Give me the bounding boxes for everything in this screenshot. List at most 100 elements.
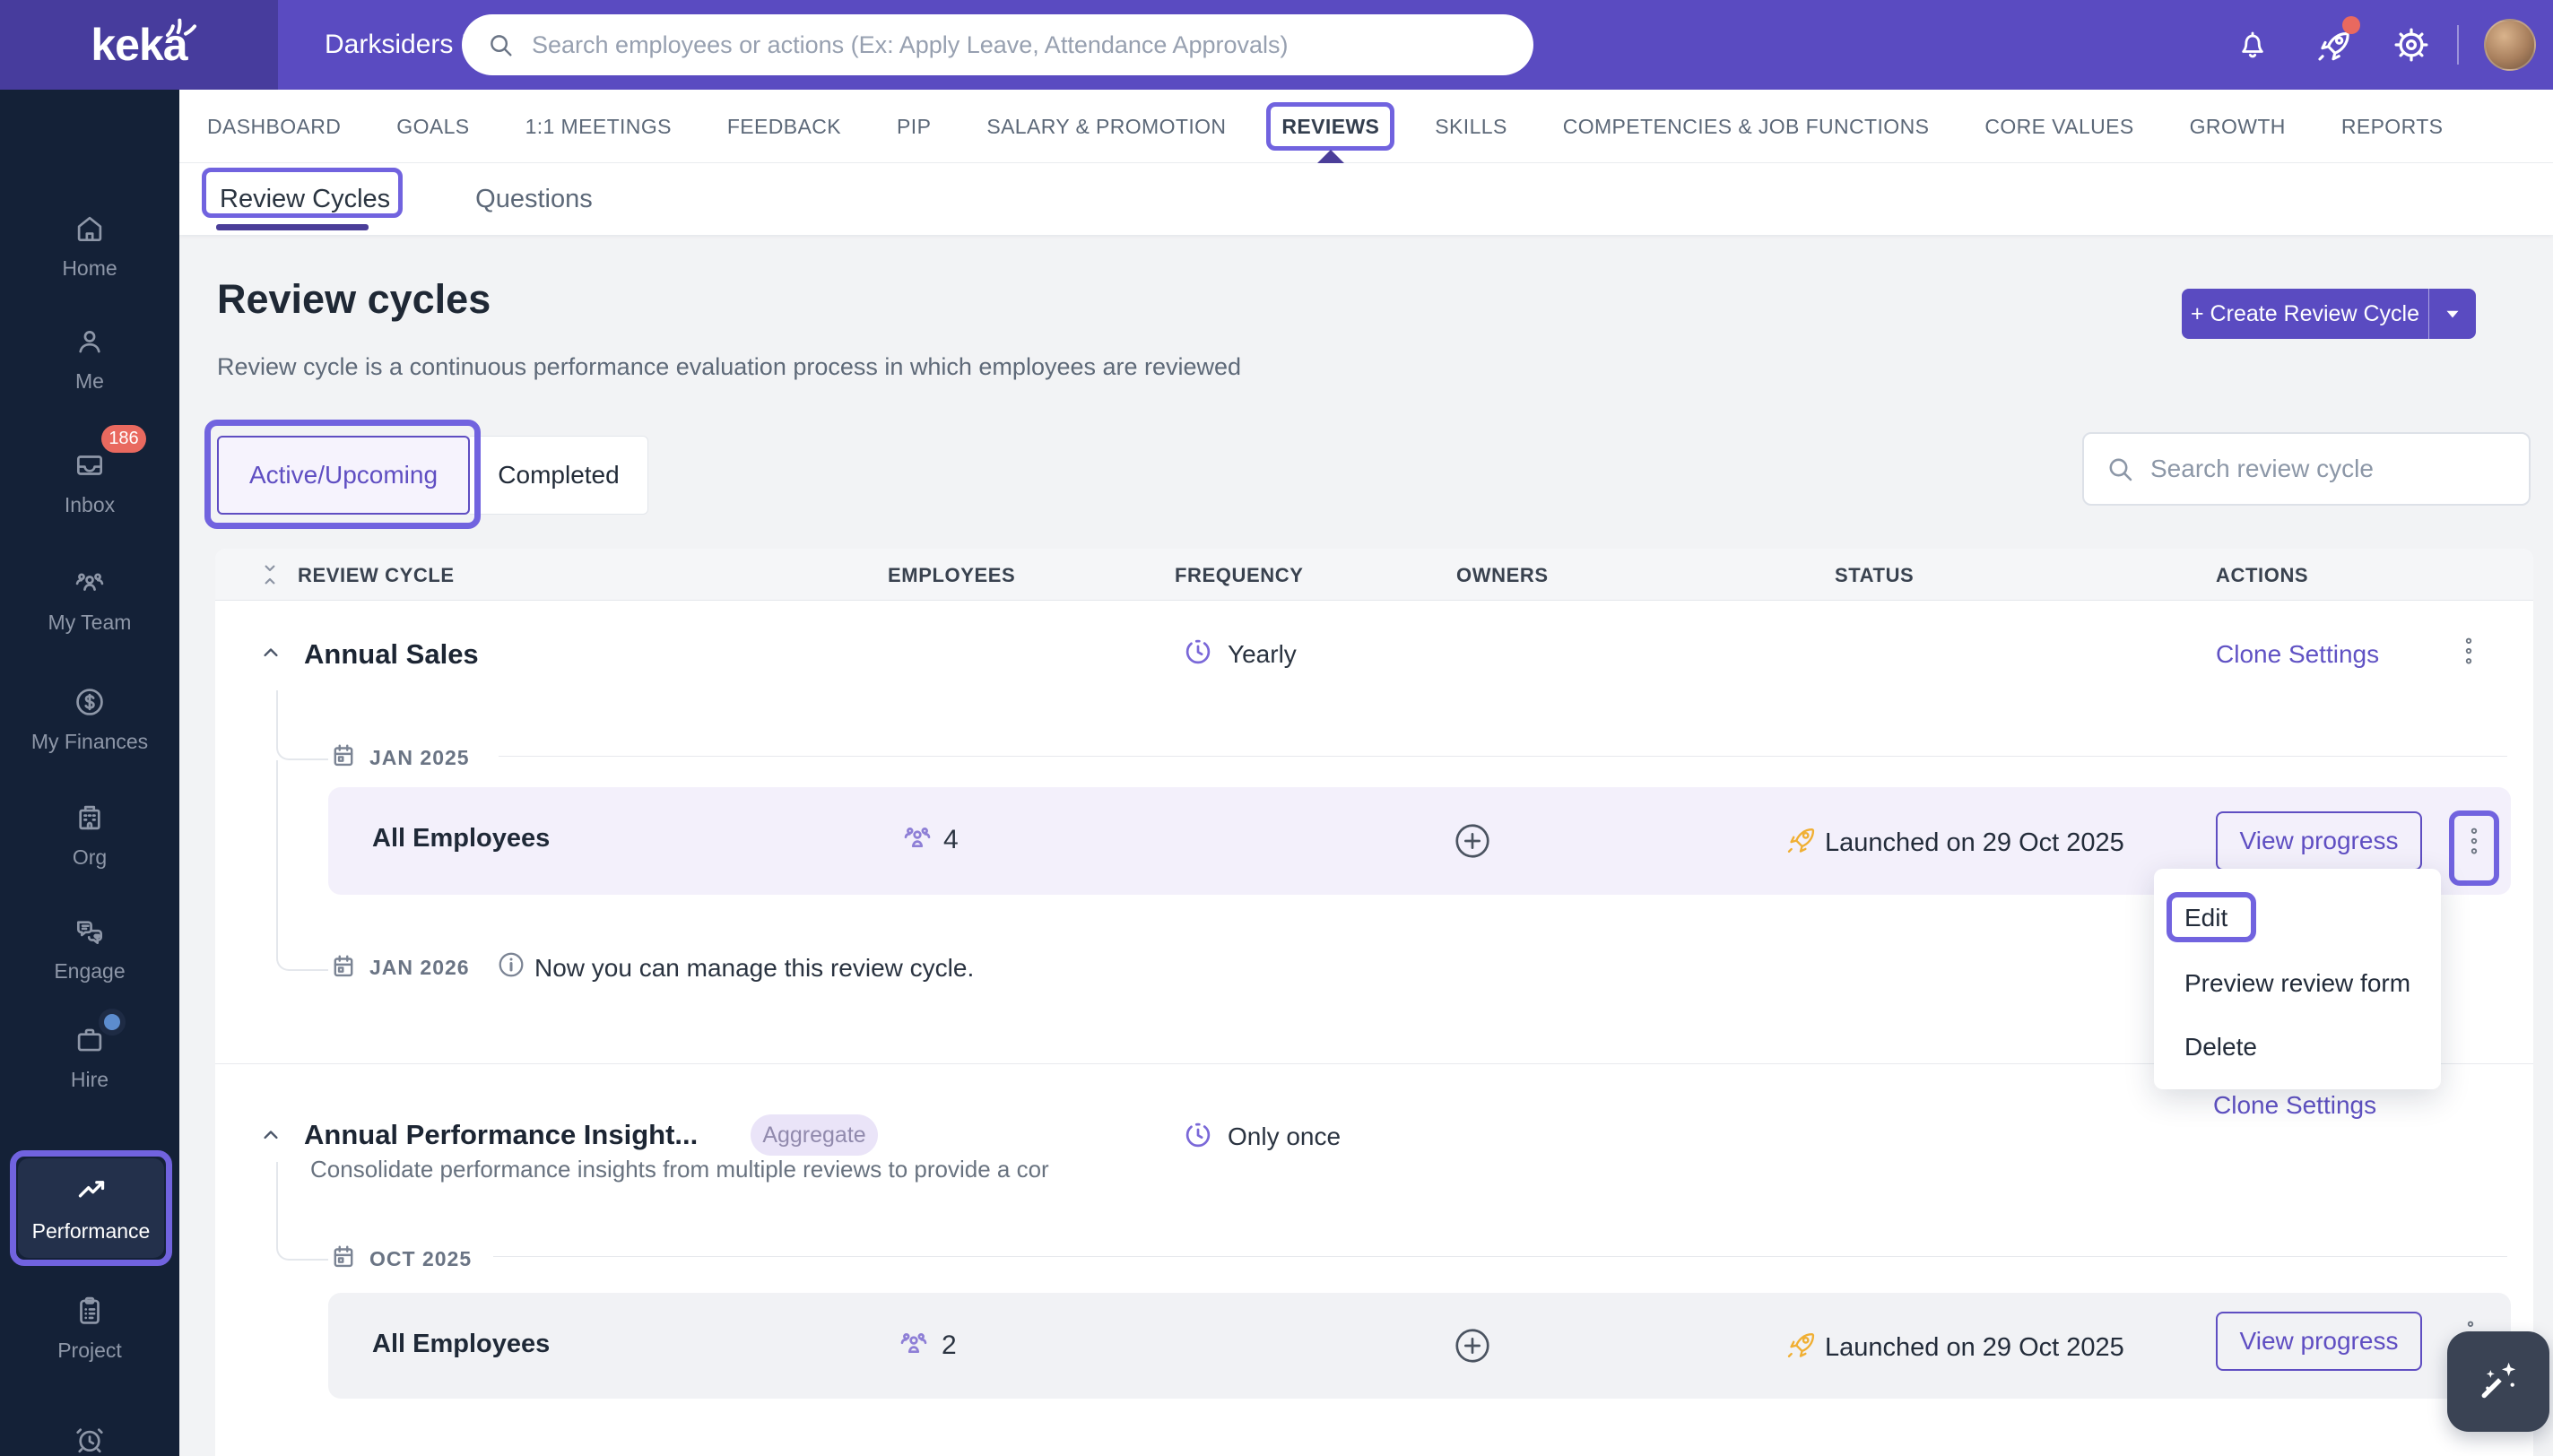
search-review-cycle-input[interactable]: [2150, 455, 2509, 483]
column-actions: ACTIONS: [2216, 564, 2308, 587]
settings-button[interactable]: [2391, 0, 2432, 90]
inbox-count-badge: 186: [101, 425, 146, 453]
aggregate-badge-label: Aggregate: [762, 1122, 865, 1148]
search-review-cycle[interactable]: [2082, 432, 2531, 506]
tab-core-values[interactable]: CORE VALUES: [1984, 90, 2133, 163]
review-cycle-name: Annual Sales: [304, 638, 479, 671]
tab-dashboard[interactable]: DASHBOARD: [207, 90, 341, 163]
global-search[interactable]: [462, 14, 1533, 75]
sidebar-item-time-attend[interactable]: Time Attend: [0, 1422, 179, 1456]
row-group-name: All Employees: [372, 824, 550, 854]
view-progress-button[interactable]: View progress: [2216, 811, 2422, 871]
chevron-up-icon[interactable]: [258, 640, 283, 665]
header-divider: [2457, 25, 2459, 65]
menu-item-preview-review-form[interactable]: Preview review form: [2184, 969, 2410, 998]
avatar[interactable]: [2484, 19, 2536, 71]
active-tab-arrow: [1317, 150, 1344, 163]
timeline-connector: [276, 1162, 328, 1261]
subtab-review-cycles[interactable]: Review Cycles: [220, 163, 390, 235]
frequency-value: Yearly: [1228, 640, 1297, 669]
alarm-icon: [73, 1422, 107, 1456]
sidebar: Home Me 186 Inbox My Team My Finances Or…: [0, 90, 179, 1456]
performance-nav: DASHBOARD GOALS 1:1 MEETINGS FEEDBACK PI…: [179, 90, 2553, 163]
whats-new-badge-dot: [2342, 16, 2360, 34]
sidebar-item-home[interactable]: Home: [0, 212, 179, 281]
sidebar-item-label: Performance: [32, 1219, 151, 1244]
sidebar-item-label: Inbox: [65, 493, 115, 517]
table-row[interactable]: [328, 1293, 2511, 1399]
aggregate-badge: Aggregate: [751, 1114, 878, 1156]
tab-salary-promotion[interactable]: SALARY & PROMOTION: [986, 90, 1226, 163]
filter-completed-label: Completed: [498, 461, 619, 490]
sidebar-item-performance[interactable]: Performance: [18, 1158, 164, 1258]
tab-1-1-meetings[interactable]: 1:1 MEETINGS: [525, 90, 672, 163]
team-icon: [73, 566, 107, 600]
row-actions-menu: Edit Preview review form Delete: [2154, 869, 2441, 1089]
view-progress-button[interactable]: View progress: [2216, 1312, 2422, 1371]
sidebar-item-me[interactable]: Me: [0, 325, 179, 394]
status-text: Launched on 29 Oct 2025: [1825, 1333, 2124, 1363]
subtab-questions[interactable]: Questions: [475, 163, 593, 235]
whats-new-button[interactable]: [2314, 0, 2353, 90]
sidebar-item-org[interactable]: Org: [0, 801, 179, 870]
notifications-button[interactable]: [2235, 0, 2271, 90]
clock-icon: [1181, 635, 1215, 669]
create-dropdown-toggle[interactable]: [2429, 289, 2476, 339]
tab-reviews-label: REVIEWS: [1281, 115, 1379, 139]
ai-assistant-button[interactable]: [2447, 1331, 2549, 1432]
column-review-cycle: REVIEW CYCLE: [298, 564, 455, 587]
create-review-cycle-button[interactable]: + Create Review Cycle: [2182, 289, 2476, 339]
collapse-all-icon[interactable]: [256, 561, 283, 588]
column-frequency: FREQUENCY: [1175, 564, 1304, 587]
employee-count: 2: [942, 1330, 957, 1361]
timeline-connector: [276, 690, 328, 760]
sidebar-item-project[interactable]: Project: [0, 1294, 179, 1363]
sidebar-item-engage[interactable]: Engage: [0, 914, 179, 984]
clone-settings-link[interactable]: Clone Settings: [2213, 1091, 2376, 1120]
employees-icon: [900, 821, 934, 855]
sidebar-item-label: Org: [73, 845, 107, 870]
row-kebab-menu-icon[interactable]: [2461, 823, 2488, 859]
column-status: STATUS: [1835, 564, 1914, 587]
timeline-connector: [276, 760, 328, 971]
global-search-input[interactable]: [532, 31, 1510, 59]
info-icon: [495, 949, 527, 981]
sidebar-item-my-finances[interactable]: My Finances: [0, 685, 179, 754]
tab-feedback[interactable]: FEEDBACK: [727, 90, 841, 163]
tab-competencies-job-functions[interactable]: COMPETENCIES & JOB FUNCTIONS: [1563, 90, 1930, 163]
tab-reviews[interactable]: REVIEWS: [1281, 90, 1379, 163]
magic-wand-icon: [2472, 1356, 2524, 1408]
reviews-subnav: Review Cycles Questions: [179, 163, 2553, 235]
clock-icon: [1181, 1118, 1215, 1152]
filter-active-upcoming[interactable]: Active/Upcoming: [217, 436, 470, 515]
search-icon: [485, 30, 516, 60]
keka-logo[interactable]: keka: [0, 0, 278, 90]
sidebar-item-hire[interactable]: Hire: [0, 1023, 179, 1092]
row-group-name: All Employees: [372, 1330, 550, 1359]
tab-growth[interactable]: GROWTH: [2190, 90, 2286, 163]
add-owner-button[interactable]: [1452, 1325, 1493, 1366]
sidebar-item-inbox[interactable]: 186 Inbox: [0, 448, 179, 517]
period-date: JAN 2025: [369, 746, 470, 770]
inbox-icon: [73, 448, 107, 482]
tab-goals[interactable]: GOALS: [396, 90, 469, 163]
kebab-menu-icon[interactable]: [2455, 633, 2482, 669]
hire-notification-dot: [99, 1009, 126, 1036]
menu-item-edit[interactable]: Edit: [2184, 904, 2227, 932]
menu-item-delete[interactable]: Delete: [2184, 1033, 2257, 1062]
tab-pip[interactable]: PIP: [897, 90, 931, 163]
table-header: REVIEW CYCLE EMPLOYEES FREQUENCY OWNERS …: [215, 549, 2533, 601]
sidebar-item-my-team[interactable]: My Team: [0, 566, 179, 635]
sidebar-item-label: Engage: [54, 959, 125, 984]
sidebar-item-label: Me: [75, 369, 104, 394]
tab-reports[interactable]: REPORTS: [2341, 90, 2444, 163]
filter-completed[interactable]: Completed: [470, 436, 648, 515]
bell-icon: [2235, 27, 2271, 63]
chevron-up-icon[interactable]: [258, 1122, 283, 1148]
calendar-icon: [328, 741, 359, 771]
page-subtitle: Review cycle is a continuous performance…: [217, 353, 1241, 381]
add-owner-button[interactable]: [1452, 820, 1493, 862]
clone-settings-link[interactable]: Clone Settings: [2216, 640, 2379, 669]
create-review-cycle-label: + Create Review Cycle: [2182, 289, 2428, 339]
tab-skills[interactable]: SKILLS: [1435, 90, 1507, 163]
